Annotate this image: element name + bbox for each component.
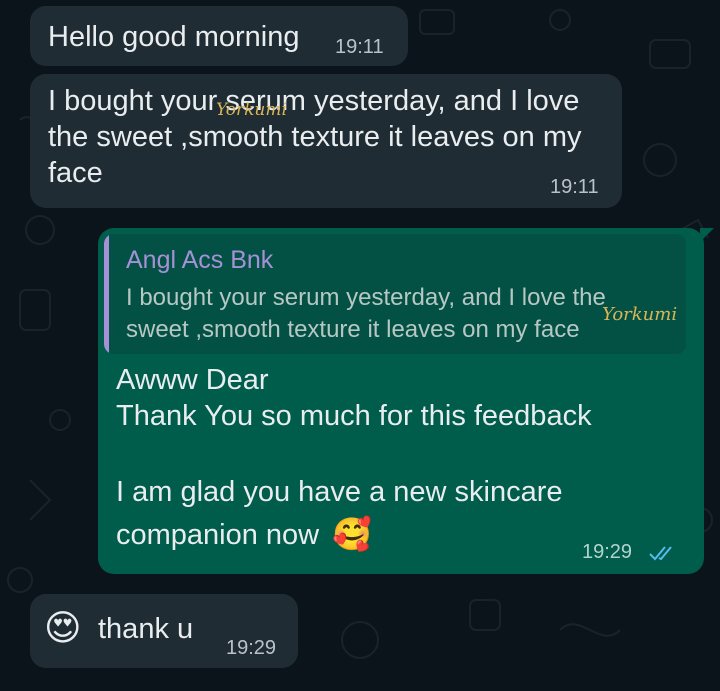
- double-check-read-icon: [649, 546, 672, 561]
- quoted-message[interactable]: Angl Acs Bnk I bought your serum yesterd…: [104, 234, 686, 354]
- message-timestamp: 19:29: [582, 541, 633, 563]
- smiling-face-with-hearts-icon: 🥰: [332, 515, 372, 553]
- message-bubble-outgoing[interactable]: Angl Acs Bnk I bought your serum yesterd…: [98, 228, 704, 574]
- quote-author: Angl Acs Bnk: [126, 246, 274, 274]
- quote-accent-bar: [104, 234, 109, 354]
- message-text: Hello good morning: [48, 21, 300, 53]
- message-text: I bought your serum yesterday, and I lov…: [48, 85, 582, 189]
- message-timestamp: 19:11: [550, 176, 599, 198]
- watermark-logo: Yorkumi: [602, 304, 678, 325]
- message-text-line: Thank You so much for this feedback: [116, 400, 592, 432]
- message-bubble-incoming[interactable]: 😍 thank u 19:29: [30, 594, 298, 668]
- message-timestamp: 19:11: [335, 36, 384, 58]
- message-bubble-incoming[interactable]: Hello good morning 19:11: [30, 6, 408, 66]
- message-bubble-incoming[interactable]: I bought your serum yesterday, and I lov…: [30, 74, 622, 208]
- watermark-logo: Yorkumi: [216, 100, 287, 120]
- message-timestamp: 19:29: [226, 637, 277, 659]
- message-text-line: I am glad you have a new skincare: [116, 476, 563, 508]
- message-text-line: Awww Dear: [116, 364, 269, 396]
- message-text-line: companion now: [116, 519, 320, 551]
- message-text: thank u: [98, 613, 194, 645]
- heart-eyes-icon: 😍: [44, 608, 82, 649]
- quote-text: I bought your serum yesterday, and I lov…: [126, 284, 606, 343]
